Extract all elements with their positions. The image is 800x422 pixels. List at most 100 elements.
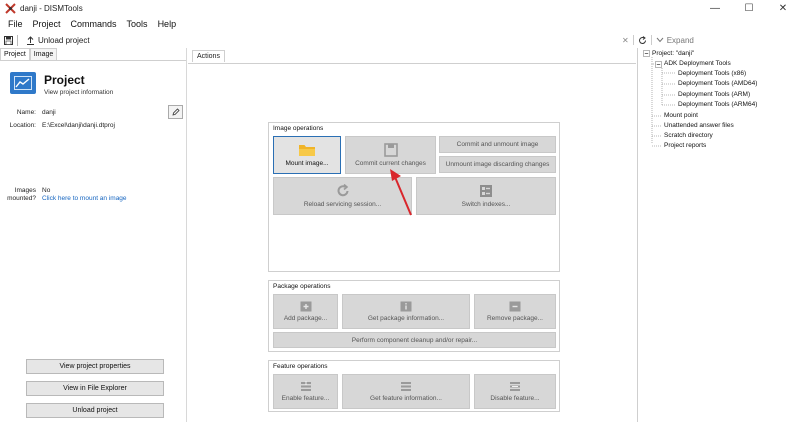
tab-divider [188,63,636,64]
disable-feature-button[interactable]: Disable feature... [474,374,556,409]
menu-bar: File Project Commands Tools Help [0,16,182,32]
tree-toolbar: ✕ Expand [622,32,694,48]
component-cleanup-label: Perform component cleanup and/or repair.… [351,336,478,344]
tree-mount-point[interactable]: Mount point [664,112,698,119]
mount-image-label: Mount image... [285,160,329,167]
get-package-info-button[interactable]: Get package information... [342,294,470,329]
package-operations-title: Package operations [273,283,331,290]
unload-project-label: Unload project [38,35,90,45]
feature-operations-title: Feature operations [273,363,328,370]
save-button[interactable] [4,35,13,45]
add-package-button[interactable]: Add package... [273,294,338,329]
package-operations-group: Package operations Add package... Get pa… [268,280,560,352]
expand-label: Expand [666,35,694,45]
get-package-info-label: Get package information... [367,315,445,322]
maximize-button[interactable]: ☐ [732,0,766,16]
refresh-icon[interactable] [638,35,647,45]
view-project-properties-button[interactable]: View project properties [26,359,164,374]
enable-feature-icon [300,381,311,391]
unmount-discard-label: Unmount image discarding changes [445,161,550,168]
tree-adk-deployment-tools[interactable]: ADK Deployment Tools [664,60,731,67]
refresh-icon [337,184,348,197]
switch-indexes-label: Switch indexes... [461,201,511,208]
images-mounted-value: No [42,187,51,194]
menu-tools[interactable]: Tools [123,19,152,29]
minimize-button[interactable]: — [698,0,732,16]
app-icon [4,2,16,14]
switch-indexes-button[interactable]: Switch indexes... [416,177,556,215]
project-panel: Project Image Project View project infor… [0,48,187,422]
menu-help[interactable]: Help [154,19,181,29]
close-icon[interactable]: ✕ [622,36,629,45]
left-tabs: Project Image [0,48,186,61]
add-package-label: Add package... [283,315,328,322]
reload-session-label: Reload servicing session... [303,201,382,208]
menu-project[interactable]: Project [29,19,65,29]
component-cleanup-button[interactable]: Perform component cleanup and/or repair.… [273,332,556,348]
switch-indexes-icon [480,185,492,197]
name-value: danji [42,109,56,116]
disable-feature-icon [510,382,520,391]
tree-deployment-tools-amd64[interactable]: Deployment Tools (AMD64) [678,80,757,87]
mount-image-link[interactable]: Click here to mount an image [42,195,127,202]
remove-package-icon [509,301,521,312]
unload-icon [27,35,34,45]
unload-project-button[interactable]: Unload project [26,36,90,45]
tab-actions[interactable]: Actions [192,50,225,62]
edit-name-button[interactable] [168,105,183,119]
tree-deployment-tools-x86[interactable]: Deployment Tools (x86) [678,70,746,77]
menu-file[interactable]: File [4,19,27,29]
location-value: E:\Excel\danji\danji.dtproj [42,122,115,129]
close-button[interactable]: ✕ [766,0,800,16]
images-mounted-label: Images mounted? [0,187,36,203]
expand-button[interactable]: Expand [656,36,694,45]
package-info-icon [400,301,412,312]
tree-root[interactable]: Project: "danji" [652,50,694,57]
add-package-icon [300,301,311,312]
title-bar: danji - DISMTools — ☐ ✕ [0,0,800,16]
commit-changes-label: Commit current changes [355,160,426,167]
save-icon [383,143,398,157]
commit-unmount-label: Commit and unmount image [456,141,539,148]
tab-image[interactable]: Image [29,48,58,60]
project-title: Project [44,73,85,87]
toolbar-separator [650,35,652,45]
tree-deployment-tools-arm64[interactable]: Deployment Tools (ARM64) [678,101,757,108]
images-label-line1: Images [14,187,36,194]
tree-deployment-tools-arm[interactable]: Deployment Tools (ARM) [678,91,750,98]
pencil-icon [171,108,180,116]
toolbar-separator [632,35,634,45]
commit-unmount-button[interactable]: Commit and unmount image [439,136,556,153]
toolbar: Unload project ✕ Expand [0,32,800,48]
enable-feature-button[interactable]: Enable feature... [273,374,338,409]
tab-project[interactable]: Project [0,48,30,60]
project-chart-icon [10,72,36,94]
folder-icon [299,145,315,156]
view-in-file-explorer-button[interactable]: View in File Explorer [26,381,164,396]
unmount-discard-button[interactable]: Unmount image discarding changes [439,156,556,173]
disable-feature-label: Disable feature... [490,395,540,402]
tree-scratch-directory[interactable]: Scratch directory [664,132,713,139]
chevron-down-icon [656,37,664,43]
remove-package-button[interactable]: Remove package... [474,294,556,329]
images-mounted-row: Images mounted? No Click here to mount a… [0,187,127,203]
images-mounted-value-block: No Click here to mount an image [42,187,127,203]
project-subtitle: View project information [44,89,114,96]
image-operations-title: Image operations [273,125,324,132]
get-feature-info-button[interactable]: Get feature information... [342,374,470,409]
menu-commands[interactable]: Commands [67,19,121,29]
project-tree-panel: Project: "danji" ADK Deployment Tools De… [637,48,800,422]
unload-project-panel-button[interactable]: Unload project [26,403,164,418]
images-label-line2: mounted? [7,195,36,202]
feature-info-icon [401,382,411,391]
enable-feature-label: Enable feature... [281,395,330,402]
feature-operations-group: Feature operations Enable feature... Get… [268,360,560,412]
image-operations-group: Image operations Mount image... Commit c… [268,122,560,272]
window-title: danji - DISMTools [20,3,83,13]
mount-image-button[interactable]: Mount image... [273,136,341,174]
name-label: Name: [16,109,36,116]
location-row: Location: E:\Excel\danji\danji.dtproj [0,122,115,129]
remove-package-label: Remove package... [486,315,543,322]
tree-unattended-answer-files[interactable]: Unattended answer files [664,122,734,129]
tree-project-reports[interactable]: Project reports [664,142,706,149]
